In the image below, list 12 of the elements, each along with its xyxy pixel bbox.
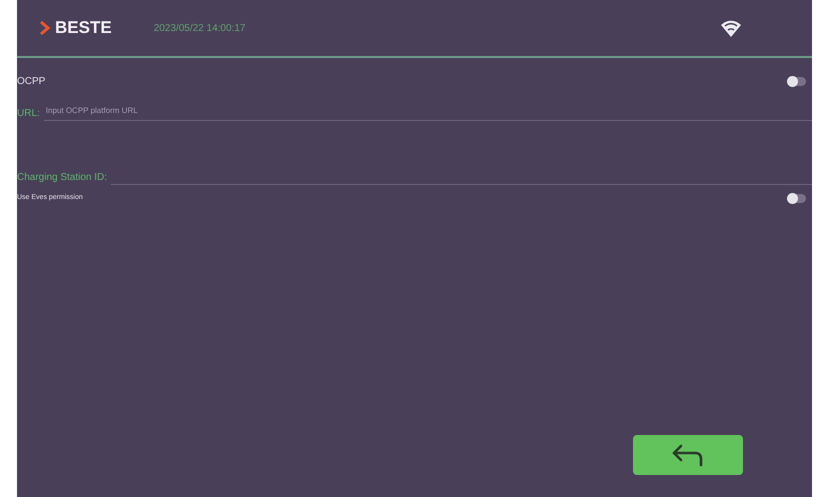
date-time: 2023/05/22 14:00:17 — [154, 22, 246, 36]
wifi-icon — [720, 18, 742, 38]
toggle-switch[interactable] — [788, 77, 806, 86]
field-label: URL: — [17, 107, 40, 121]
logo-icon — [39, 21, 51, 35]
setting-label: OCPP — [17, 75, 46, 89]
back-icon — [671, 443, 705, 467]
toggle-switch[interactable] — [788, 194, 806, 203]
field-label: Charging Station ID: — [17, 171, 108, 185]
input-field[interactable]: Input OCPP platform URL — [44, 105, 812, 121]
back-button[interactable] — [633, 435, 743, 475]
logo-text: BESTE — [55, 17, 112, 40]
